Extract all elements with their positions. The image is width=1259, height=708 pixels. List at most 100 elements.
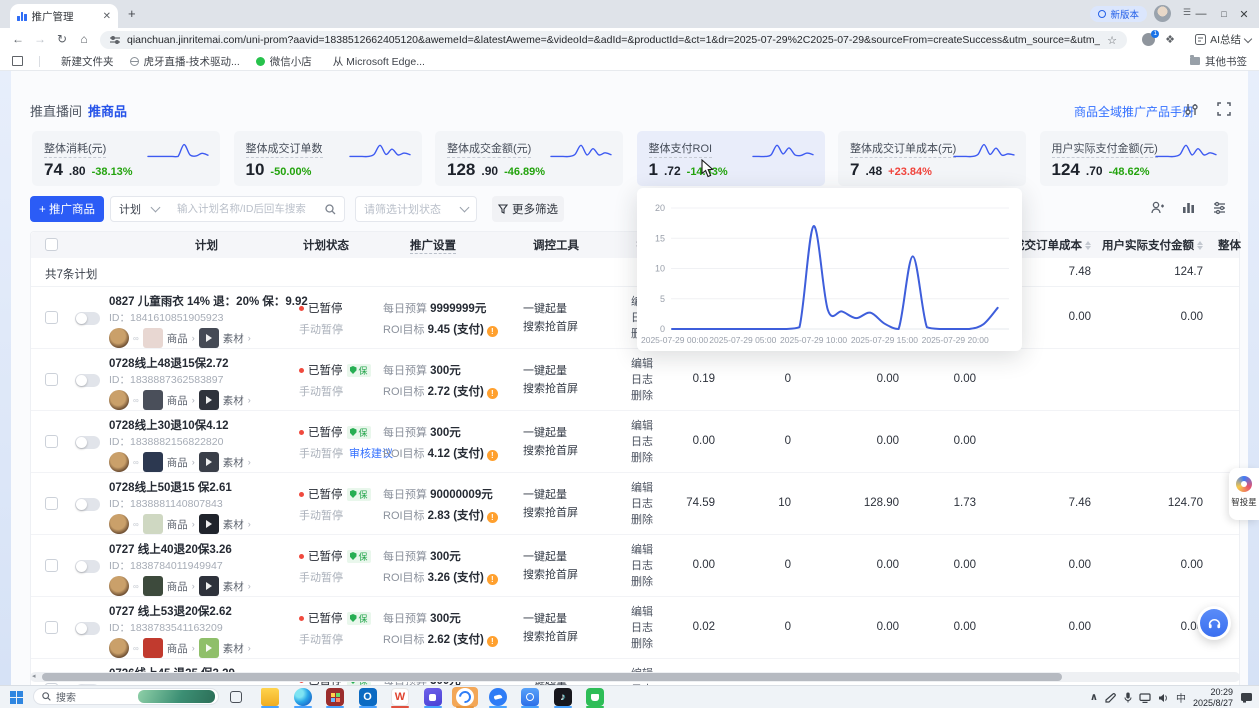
row-checkbox[interactable] xyxy=(45,435,58,448)
tab-products[interactable]: 推商品 xyxy=(88,101,127,120)
scrollbar-thumb[interactable] xyxy=(42,673,1062,681)
plan-status-select[interactable]: 请筛选计划状态 xyxy=(355,196,477,222)
fullscreen-icon[interactable] xyxy=(1217,102,1233,118)
file-explorer[interactable] xyxy=(257,687,283,707)
select-all-checkbox[interactable] xyxy=(45,238,58,251)
stat-card[interactable]: 整体成交金额(元)128.90-46.89% xyxy=(435,131,623,186)
material-link[interactable]: 素材 xyxy=(223,517,244,532)
product-link[interactable]: 商品 xyxy=(167,579,188,594)
tool-link[interactable]: 一键起量 xyxy=(523,548,578,566)
action-link[interactable]: 删除 xyxy=(631,574,653,590)
sort-icon[interactable] xyxy=(1197,241,1203,250)
assistant-widget[interactable]: 智投星 xyxy=(1229,468,1259,520)
promote-product-button[interactable]: + 推广商品 xyxy=(30,196,104,222)
tool-link[interactable]: 一键起量 xyxy=(523,424,578,442)
row-checkbox[interactable] xyxy=(45,621,58,634)
product-thumb[interactable] xyxy=(143,452,163,472)
action-link[interactable]: 删除 xyxy=(631,388,653,404)
taskbar-search[interactable]: 搜索 xyxy=(33,688,219,705)
row-toggle[interactable] xyxy=(75,436,100,449)
material-thumb[interactable] xyxy=(199,452,219,472)
audience-icon[interactable] xyxy=(1150,200,1166,216)
material-thumb[interactable] xyxy=(199,514,219,534)
row-toggle[interactable] xyxy=(75,374,100,387)
action-link[interactable]: 编辑 xyxy=(631,604,653,620)
plan-type-select[interactable]: 计划 xyxy=(110,196,168,222)
bookmark-item[interactable]: 新建文件夹 xyxy=(56,54,114,69)
product-thumb[interactable] xyxy=(143,576,163,596)
material-link[interactable]: 素材 xyxy=(223,393,244,408)
row-toggle[interactable] xyxy=(75,622,100,635)
material-link[interactable]: 素材 xyxy=(223,331,244,346)
qq-browser[interactable] xyxy=(517,687,543,707)
action-link[interactable]: 编辑 xyxy=(631,542,653,558)
browser-tab[interactable]: 推广管理 ✕ xyxy=(10,4,118,28)
row-checkbox[interactable] xyxy=(45,497,58,510)
row-checkbox[interactable] xyxy=(45,311,58,324)
scroll-left-icon[interactable]: ◂ xyxy=(32,672,36,682)
row-toggle[interactable] xyxy=(75,312,100,325)
row-checkbox[interactable] xyxy=(45,559,58,572)
product-link[interactable]: 商品 xyxy=(167,641,188,656)
outlook[interactable]: O xyxy=(355,687,381,707)
extensions-icon[interactable]: ❖ xyxy=(1165,33,1175,46)
product-thumb[interactable] xyxy=(143,390,163,410)
table-settings-icon[interactable] xyxy=(1212,200,1228,216)
network-icon[interactable] xyxy=(1139,693,1151,703)
stat-card[interactable]: 整体成交订单成本(元)7.48+23.84% xyxy=(838,131,1026,186)
notification-center-icon[interactable] xyxy=(1240,692,1253,703)
new-version-badge[interactable]: 新版本 xyxy=(1090,6,1147,22)
page-settings-icon[interactable] xyxy=(1184,102,1200,118)
tab-close-icon[interactable]: ✕ xyxy=(103,11,111,22)
material-link[interactable]: 素材 xyxy=(223,455,244,470)
material-thumb[interactable] xyxy=(199,638,219,658)
tool-link[interactable]: 搜索抢首屏 xyxy=(523,504,578,522)
more-filters-button[interactable]: 更多筛选 xyxy=(492,196,564,222)
window-minimize-button[interactable]: — xyxy=(1193,0,1209,28)
wechat-store[interactable] xyxy=(582,687,608,707)
start-button[interactable] xyxy=(10,691,23,704)
window-close-button[interactable]: ✕ xyxy=(1236,0,1252,28)
taskbar-clock[interactable]: 20:29 2025/8/27 xyxy=(1193,687,1233,708)
stat-card[interactable]: 用户实际支付金额(元)124.70-48.62% xyxy=(1040,131,1228,186)
product-link[interactable]: 商品 xyxy=(167,331,188,346)
dingtalk[interactable] xyxy=(485,687,511,707)
action-link[interactable]: 删除 xyxy=(631,512,653,528)
stat-card[interactable]: 整体成交订单数10-50.00% xyxy=(234,131,422,186)
product-thumb[interactable] xyxy=(143,328,163,348)
material-thumb[interactable] xyxy=(199,390,219,410)
product-link[interactable]: 商品 xyxy=(167,517,188,532)
browser-avatar[interactable] xyxy=(1154,5,1171,22)
tool-link[interactable]: 一键起量 xyxy=(523,610,578,628)
product-thumb[interactable] xyxy=(143,514,163,534)
bookmark-item[interactable]: 虎牙直播-技术驱动... xyxy=(130,54,240,69)
bookmark-item[interactable]: 微信小店 xyxy=(256,54,312,69)
customer-service-button[interactable] xyxy=(1197,606,1231,640)
action-link[interactable]: 编辑 xyxy=(631,480,653,496)
horizontal-scrollbar[interactable]: ◂ xyxy=(30,672,1240,682)
url-field[interactable]: qianchuan.jinritemai.com/uni-prom?aavid=… xyxy=(100,31,1127,49)
microphone-icon[interactable] xyxy=(1124,692,1132,703)
material-thumb[interactable] xyxy=(199,576,219,596)
edge-browser[interactable] xyxy=(290,687,316,707)
tool-link[interactable]: 搜索抢首屏 xyxy=(523,442,578,460)
tool-link[interactable]: 搜索抢首屏 xyxy=(523,380,578,398)
row-toggle[interactable] xyxy=(75,498,100,511)
product-link[interactable]: 商品 xyxy=(167,455,188,470)
tool-link[interactable]: 一键起量 xyxy=(523,362,578,380)
pen-device-icon[interactable] xyxy=(1105,693,1117,703)
action-link[interactable]: 删除 xyxy=(631,450,653,466)
product-link[interactable]: 商品 xyxy=(167,393,188,408)
plan-search[interactable] xyxy=(167,196,345,222)
material-link[interactable]: 素材 xyxy=(223,579,244,594)
sort-icon[interactable] xyxy=(1085,241,1091,250)
site-info-icon[interactable] xyxy=(110,35,120,45)
other-bookmarks[interactable]: 其他书签 xyxy=(1190,54,1247,69)
stat-card[interactable]: 整体支付ROI1.72-14.43% xyxy=(637,131,825,186)
douyin[interactable]: ♪ xyxy=(550,687,576,707)
action-link[interactable]: 编辑 xyxy=(631,356,653,372)
search-icon[interactable] xyxy=(325,204,336,215)
custom-columns-icon[interactable] xyxy=(1181,200,1197,216)
browser-menu-icon[interactable]: ☰ xyxy=(1183,7,1191,18)
tool-link[interactable]: 搜索抢首屏 xyxy=(523,566,578,584)
